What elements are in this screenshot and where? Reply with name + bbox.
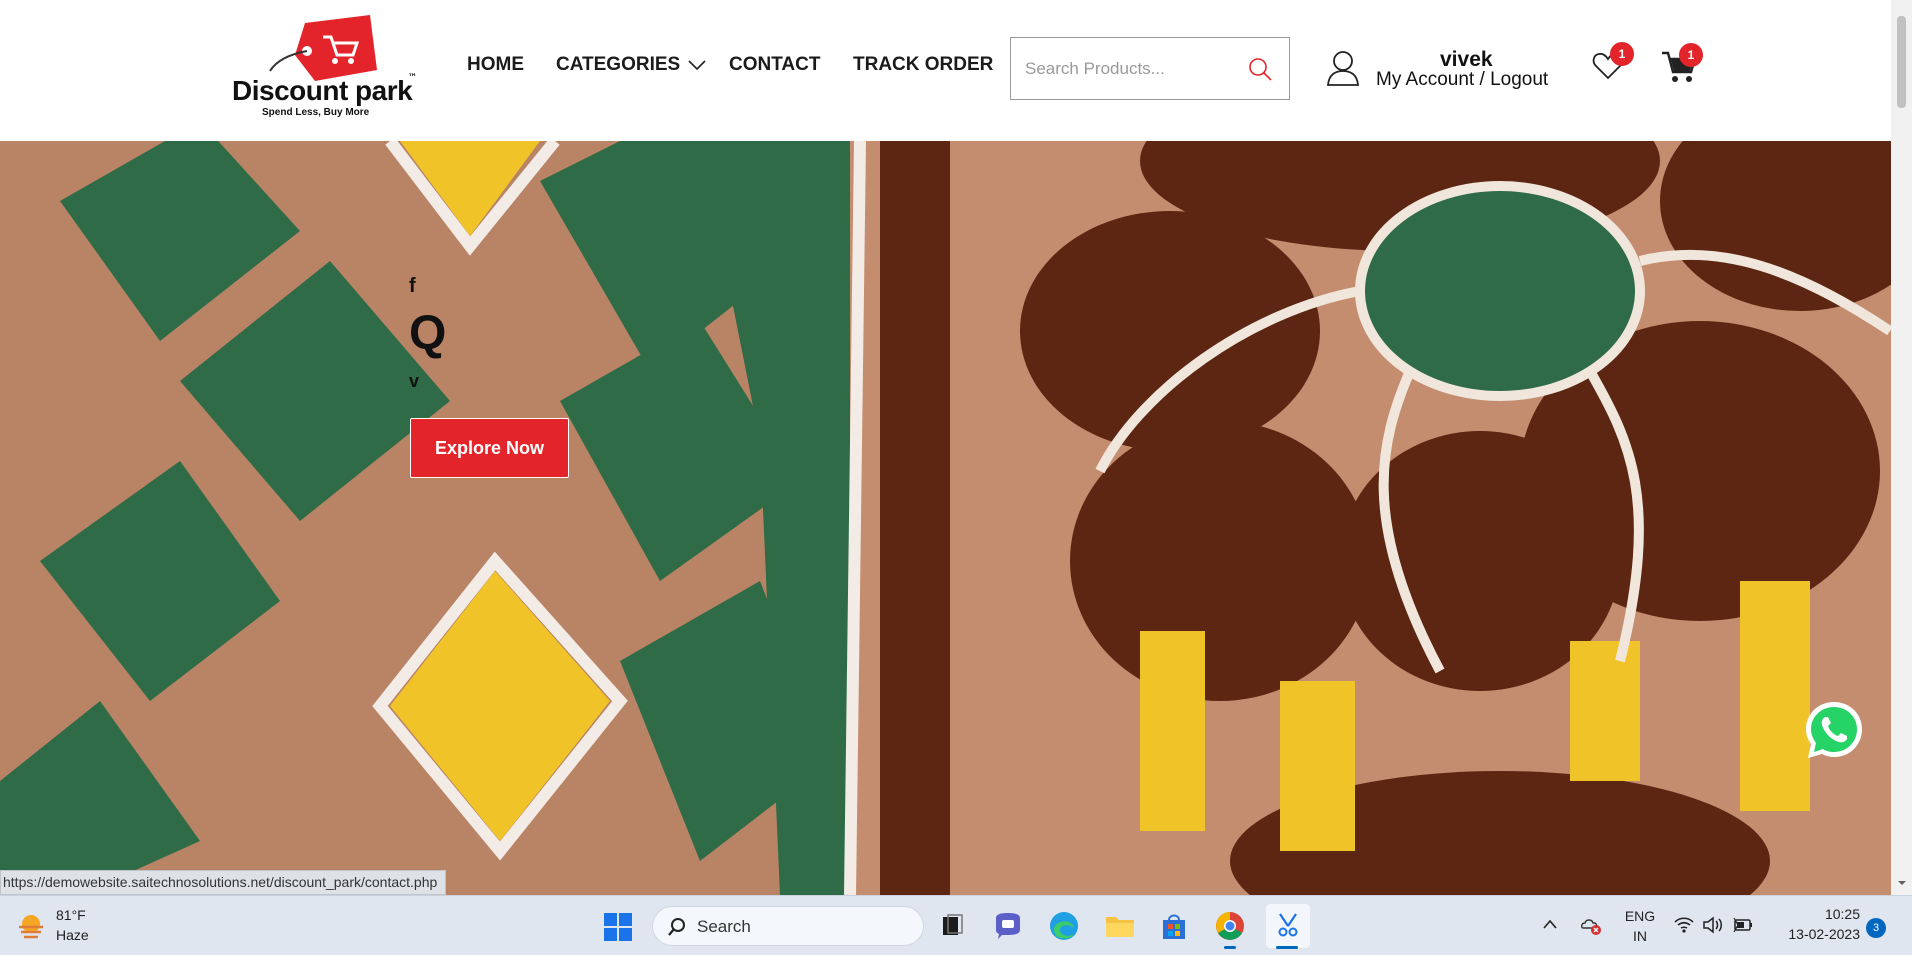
hero-caption-top: f bbox=[409, 275, 416, 297]
account-separator: / bbox=[1474, 69, 1491, 90]
whatsapp-icon[interactable] bbox=[1802, 698, 1866, 762]
clock-date: 13-02-2023 bbox=[1788, 926, 1860, 942]
weather-temperature: 81°F bbox=[56, 907, 86, 923]
link-preview-url: https://demowebsite.saitechnosolutions.n… bbox=[0, 870, 447, 895]
account-links: My Account / Logout bbox=[1376, 69, 1548, 91]
nav-contact-link[interactable]: CONTACT bbox=[729, 54, 820, 76]
clock-time[interactable]: 10:25 bbox=[1770, 906, 1860, 922]
cart-count-badge: 1 bbox=[1679, 43, 1703, 67]
chrome-running-indicator bbox=[1224, 946, 1236, 949]
account-area: vivek My Account / Logout bbox=[1326, 48, 1566, 94]
tray-overflow-chevron-icon[interactable] bbox=[1542, 918, 1558, 930]
site-header: Discount park ™ Spend Less, Buy More HOM… bbox=[0, 0, 1891, 141]
wishlist-count-badge: 1 bbox=[1610, 42, 1634, 66]
windows-start-icon[interactable] bbox=[604, 913, 632, 941]
teams-chat-icon[interactable] bbox=[990, 908, 1026, 944]
my-account-link[interactable]: My Account bbox=[1376, 69, 1474, 90]
search-input[interactable] bbox=[1011, 58, 1231, 79]
snipping-tool-taskbar-button[interactable] bbox=[1266, 904, 1310, 948]
user-icon[interactable] bbox=[1326, 50, 1360, 86]
nav-home-link[interactable]: HOME bbox=[467, 54, 524, 76]
input-region: IN bbox=[1633, 928, 1647, 944]
brand-tagline: Spend Less, Buy More bbox=[262, 107, 370, 118]
battery-charging-icon[interactable] bbox=[1732, 916, 1754, 934]
nav-categories-dropdown[interactable]: CATEGORIES bbox=[556, 54, 706, 76]
search-icon[interactable] bbox=[1247, 56, 1273, 82]
hero-heading: Q bbox=[409, 307, 447, 360]
scrollbar-thumb[interactable] bbox=[1897, 16, 1906, 108]
windows-taskbar: 81°F Haze Search ENG IN 10:25 13-02-2023… bbox=[0, 895, 1912, 955]
snipping-tool-icon bbox=[1278, 913, 1298, 937]
brand-name: Discount park bbox=[232, 75, 413, 106]
notification-count-badge[interactable]: 3 bbox=[1866, 918, 1886, 938]
volume-icon[interactable] bbox=[1702, 916, 1724, 934]
scroll-down-arrow-icon[interactable] bbox=[1897, 878, 1907, 888]
microsoft-store-icon[interactable] bbox=[1156, 908, 1192, 944]
chevron-down-icon bbox=[688, 60, 706, 71]
wifi-icon[interactable] bbox=[1674, 916, 1694, 934]
nav-track-order-link[interactable]: TRACK ORDER bbox=[853, 54, 993, 76]
hero-background-image bbox=[0, 141, 1891, 895]
taskbar-search[interactable]: Search bbox=[652, 906, 924, 946]
task-view-icon[interactable] bbox=[934, 908, 970, 944]
trademark-mark: ™ bbox=[408, 73, 417, 83]
hero-caption-bottom: v bbox=[409, 371, 420, 391]
chrome-browser-icon[interactable] bbox=[1212, 908, 1248, 944]
onedrive-error-icon[interactable] bbox=[1580, 914, 1602, 936]
nav-categories-label: CATEGORIES bbox=[556, 54, 681, 75]
search-box bbox=[1010, 37, 1290, 100]
input-language[interactable]: ENG bbox=[1624, 908, 1656, 924]
page-scrollbar[interactable] bbox=[1891, 0, 1912, 895]
explore-now-button[interactable]: Explore Now bbox=[410, 418, 569, 478]
site-logo[interactable]: Discount park ™ Spend Less, Buy More bbox=[230, 15, 425, 123]
weather-widget[interactable]: 81°F Haze bbox=[16, 905, 116, 947]
edge-browser-icon[interactable] bbox=[1046, 908, 1082, 944]
weather-condition: Haze bbox=[56, 927, 89, 943]
file-explorer-icon[interactable] bbox=[1102, 908, 1138, 944]
hero-banner: f Q v Explore Now bbox=[0, 141, 1891, 895]
haze-sun-icon bbox=[19, 915, 43, 939]
logout-link[interactable]: Logout bbox=[1490, 69, 1548, 90]
search-icon bbox=[668, 918, 685, 936]
taskbar-search-label: Search bbox=[697, 917, 751, 936]
snipping-tool-active-indicator bbox=[1276, 946, 1298, 949]
